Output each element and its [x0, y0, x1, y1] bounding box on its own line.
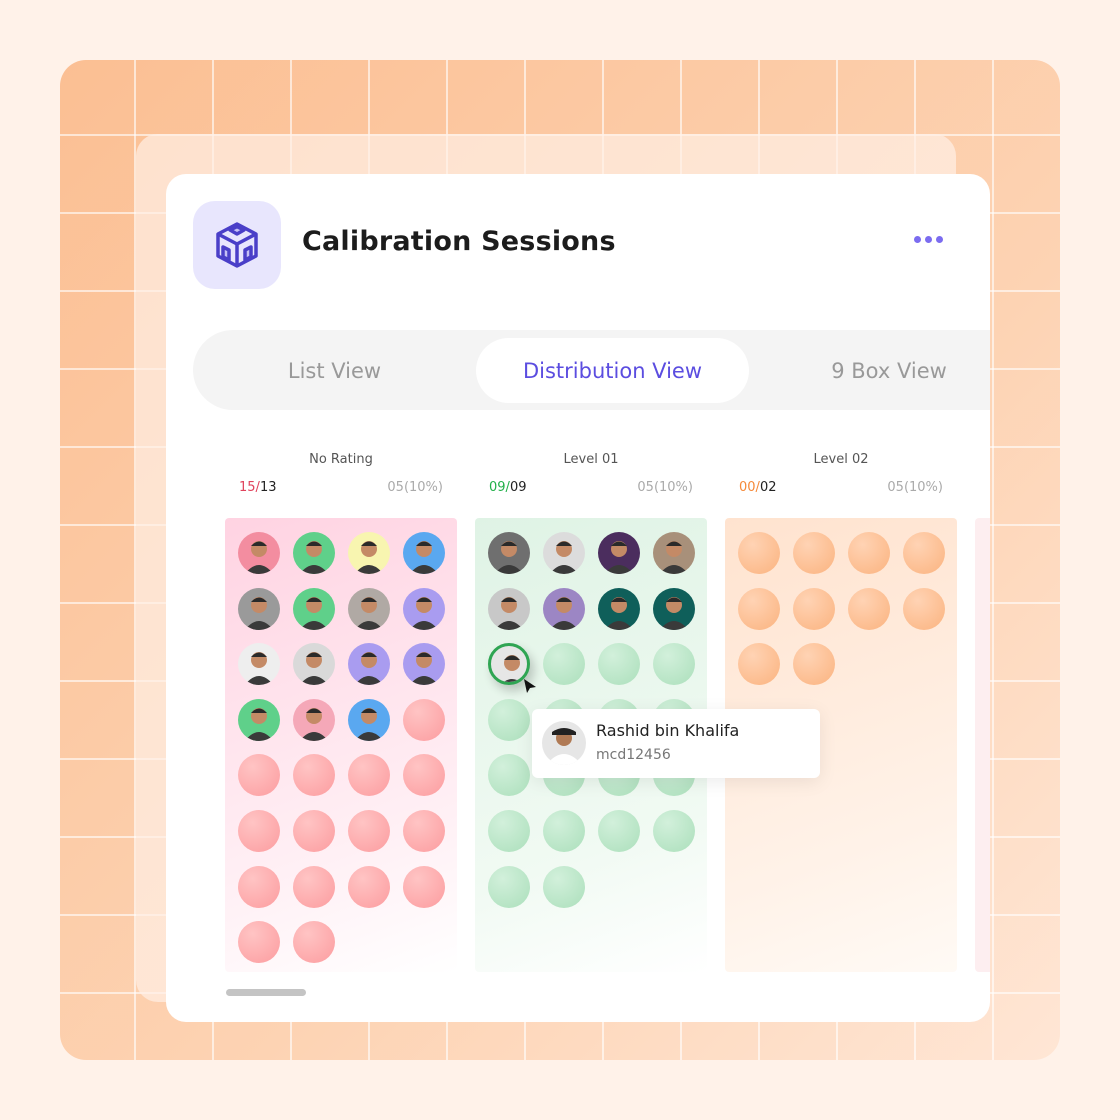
column-counts: 09/09 05(10%)	[475, 480, 707, 495]
empty-slot	[488, 810, 530, 852]
empty-slot	[793, 587, 835, 630]
column-percent: 05(10%)	[387, 480, 443, 495]
empty-slot	[543, 810, 585, 852]
empty-slot	[348, 865, 390, 908]
employee-avatar[interactable]	[543, 587, 585, 630]
column-percent: 05(10%)	[637, 480, 693, 495]
employee-avatar[interactable]	[293, 698, 335, 741]
empty-slot	[598, 810, 640, 852]
empty-slot	[293, 921, 335, 964]
count-current: 15	[239, 480, 256, 495]
empty-slot	[403, 754, 445, 797]
employee-id: mcd12456	[596, 747, 671, 763]
empty-slot	[238, 865, 280, 908]
column-title: Level 02	[813, 452, 869, 467]
employee-avatar[interactable]	[653, 532, 695, 574]
count-ratio: 15/13	[239, 480, 276, 495]
employee-tooltip: Rashid bin Khalifa mcd12456	[532, 709, 820, 778]
employee-avatar[interactable]	[348, 532, 390, 574]
empty-slot	[653, 810, 695, 852]
view-tabs: List View Distribution View 9 Box View	[193, 330, 990, 410]
count-total: 02	[759, 480, 777, 495]
employee-avatar[interactable]	[488, 587, 530, 630]
employee-avatar[interactable]	[403, 643, 445, 686]
empty-slot	[403, 698, 445, 741]
more-dots-icon	[914, 236, 921, 243]
cube-icon	[193, 201, 281, 289]
employee-avatar[interactable]	[348, 587, 390, 630]
cursor-icon	[523, 678, 537, 698]
empty-slot	[238, 810, 280, 852]
column-drop-area[interactable]	[225, 518, 457, 972]
employee-avatar[interactable]	[293, 532, 335, 574]
level-column-partial	[975, 518, 990, 972]
employee-avatar[interactable]	[598, 587, 640, 630]
employee-name: Rashid bin Khalifa	[596, 721, 740, 740]
employee-avatar[interactable]	[488, 532, 530, 574]
empty-slot	[488, 754, 530, 797]
empty-slot	[293, 754, 335, 797]
empty-slot	[793, 643, 835, 686]
count-total: 13	[259, 480, 277, 495]
empty-slot	[293, 865, 335, 908]
employee-avatar[interactable]	[598, 532, 640, 574]
tab-list-view[interactable]: List View	[193, 338, 476, 403]
count-ratio: 09/09	[489, 480, 526, 495]
empty-slot	[848, 587, 890, 630]
empty-slot	[903, 532, 945, 574]
employee-avatar[interactable]	[238, 643, 280, 686]
employee-avatar[interactable]	[348, 643, 390, 686]
employee-avatar[interactable]	[403, 532, 445, 574]
dot	[936, 236, 943, 243]
employee-avatar[interactable]	[238, 532, 280, 574]
empty-slot	[238, 921, 280, 964]
horizontal-scrollbar[interactable]	[226, 989, 306, 996]
empty-slot	[598, 643, 640, 686]
employee-avatar[interactable]	[293, 643, 335, 686]
employee-avatar[interactable]	[348, 698, 390, 741]
empty-slot	[293, 810, 335, 852]
employee-avatar[interactable]	[403, 587, 445, 630]
empty-slot	[653, 643, 695, 686]
column-title: Level 01	[563, 452, 619, 467]
column-counts: 15/13 05(10%)	[225, 480, 457, 495]
empty-slot	[738, 587, 780, 630]
avatar	[542, 721, 586, 765]
empty-slot	[403, 865, 445, 908]
count-current: 09	[489, 480, 506, 495]
employee-avatar[interactable]	[653, 587, 695, 630]
more-options-button[interactable]	[914, 236, 943, 243]
empty-slot	[543, 643, 585, 686]
dot	[925, 236, 932, 243]
empty-slot	[543, 865, 585, 908]
rating-column: Level 01 09/09 05(10%)	[475, 452, 707, 972]
empty-slot	[238, 754, 280, 797]
empty-slot	[738, 643, 780, 686]
empty-slot	[848, 532, 890, 574]
rating-column: No Rating 15/13 05(10%)	[225, 452, 457, 972]
employee-avatar[interactable]	[238, 587, 280, 630]
column-percent: 05(10%)	[887, 480, 943, 495]
employee-avatar[interactable]	[238, 698, 280, 741]
column-counts: 00/02 05(10%)	[725, 480, 957, 495]
employee-avatar[interactable]	[293, 587, 335, 630]
count-current: 00	[739, 480, 756, 495]
calibration-card: Calibration Sessions List View Distribut…	[166, 174, 990, 1022]
employee-avatar[interactable]	[543, 532, 585, 574]
tab-distribution-view[interactable]: Distribution View	[476, 338, 749, 403]
empty-slot	[738, 532, 780, 574]
page-title: Calibration Sessions	[302, 226, 616, 257]
count-total: 09	[509, 480, 527, 495]
empty-slot	[793, 532, 835, 574]
empty-slot	[903, 587, 945, 630]
empty-slot	[348, 754, 390, 797]
column-title: No Rating	[309, 452, 373, 467]
count-ratio: 00/02	[739, 480, 776, 495]
rating-column: Level 02 00/02 05(10%)	[725, 452, 957, 972]
empty-slot	[403, 810, 445, 852]
empty-slot	[488, 698, 530, 741]
empty-slot	[348, 810, 390, 852]
tab-9-box-view[interactable]: 9 Box View	[749, 338, 990, 403]
empty-slot	[488, 865, 530, 908]
